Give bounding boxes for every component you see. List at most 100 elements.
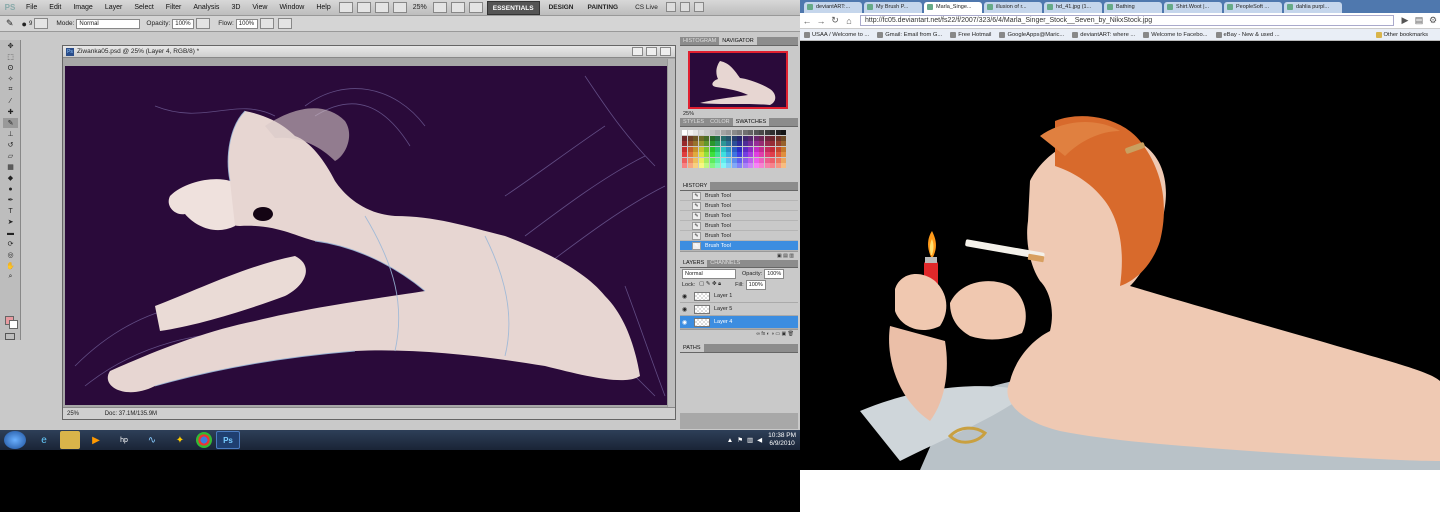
brush-tool-icon[interactable]: ✎ bbox=[6, 18, 14, 29]
browser-tab-active[interactable]: Marla_Singe... bbox=[924, 2, 982, 13]
color-swatch[interactable] bbox=[770, 130, 775, 135]
color-swatch[interactable] bbox=[753, 152, 759, 157]
screen-mode-button[interactable] bbox=[468, 2, 483, 13]
brush-preset-icon[interactable]: ● bbox=[22, 19, 27, 29]
color-swatch[interactable] bbox=[731, 163, 737, 168]
color-swatch[interactable] bbox=[731, 141, 737, 146]
doc-close-button[interactable] bbox=[660, 47, 671, 56]
back-icon[interactable]: ← bbox=[800, 16, 814, 26]
color-swatch[interactable] bbox=[759, 130, 764, 135]
tab-swatches[interactable]: SWATCHES bbox=[732, 118, 770, 126]
color-swatch[interactable] bbox=[704, 146, 709, 152]
start-button[interactable] bbox=[4, 431, 26, 449]
tab-histogram[interactable]: HISTOGRAM bbox=[680, 37, 719, 45]
color-swatch[interactable] bbox=[742, 135, 748, 141]
color-swatch[interactable] bbox=[775, 135, 781, 141]
aim-icon[interactable]: ✦ bbox=[168, 431, 192, 449]
bridge-button[interactable] bbox=[338, 2, 353, 13]
color-swatch[interactable] bbox=[693, 141, 698, 146]
menu-analysis[interactable]: Analysis bbox=[187, 0, 225, 16]
color-swatch[interactable] bbox=[742, 152, 748, 157]
browser-tab[interactable]: Bathing bbox=[1104, 2, 1162, 13]
3d-rotate-tool-icon[interactable]: ⟳ bbox=[3, 239, 18, 249]
history-item[interactable]: ✎ Brush Tool bbox=[680, 231, 798, 241]
color-swatch[interactable] bbox=[731, 135, 737, 141]
color-swatch[interactable] bbox=[682, 146, 687, 152]
color-swatch[interactable] bbox=[753, 130, 759, 135]
restore-button[interactable] bbox=[679, 1, 690, 12]
go-icon[interactable]: ▶ bbox=[1398, 15, 1412, 26]
workspace-essentials[interactable]: ESSENTIALS bbox=[486, 0, 540, 15]
color-swatch[interactable] bbox=[781, 157, 786, 163]
flow-field[interactable]: 100% bbox=[235, 18, 258, 29]
lock-icons[interactable]: ▢ ✎ ✥ 🔒︎ bbox=[699, 281, 721, 288]
color-swatch[interactable] bbox=[759, 157, 764, 163]
path-select-tool-icon[interactable]: ➤ bbox=[3, 217, 18, 227]
color-swatch[interactable] bbox=[731, 152, 737, 157]
color-swatch[interactable] bbox=[698, 157, 704, 163]
color-swatch[interactable] bbox=[704, 130, 709, 135]
color-swatch[interactable] bbox=[726, 135, 731, 141]
crop-tool-icon[interactable]: ⌗ bbox=[3, 85, 18, 95]
opacity-field[interactable]: 100% bbox=[172, 18, 195, 29]
pressure-size-button[interactable] bbox=[277, 18, 292, 29]
color-swatch[interactable] bbox=[764, 163, 770, 168]
color-swatch[interactable] bbox=[720, 146, 726, 152]
zoom-tool-icon[interactable]: ⌕ bbox=[3, 272, 18, 282]
color-swatch[interactable] bbox=[720, 130, 726, 135]
eye-icon[interactable]: ◉ bbox=[682, 293, 690, 300]
bookmark-item[interactable]: Gmail: Email from G... bbox=[877, 31, 942, 38]
color-swatch[interactable] bbox=[753, 146, 759, 152]
doc-zoom[interactable]: 25% bbox=[67, 411, 79, 417]
color-swatch[interactable] bbox=[775, 163, 781, 168]
menu-layer[interactable]: Layer bbox=[99, 0, 129, 16]
tab-channels[interactable]: CHANNELS bbox=[707, 259, 743, 267]
marquee-tool-icon[interactable]: ⬚ bbox=[3, 52, 18, 62]
color-swatch[interactable] bbox=[715, 152, 720, 157]
zoom-tool-button[interactable] bbox=[392, 2, 407, 13]
browser-tab[interactable]: dahlia purpl... bbox=[1284, 2, 1342, 13]
tab-layers[interactable]: LAYERS bbox=[680, 259, 708, 267]
color-swatch[interactable] bbox=[715, 141, 720, 146]
forward-icon[interactable]: → bbox=[814, 16, 828, 26]
color-swatch[interactable] bbox=[737, 141, 742, 146]
page-menu-icon[interactable]: ▤ bbox=[1412, 15, 1426, 26]
eye-icon[interactable]: ◉ bbox=[682, 306, 690, 313]
color-swatch[interactable] bbox=[682, 141, 687, 146]
color-swatch[interactable] bbox=[704, 157, 709, 163]
color-swatch[interactable] bbox=[748, 157, 753, 163]
color-swatch[interactable] bbox=[726, 130, 731, 135]
menu-file[interactable]: File bbox=[20, 0, 43, 16]
airbrush-button[interactable] bbox=[259, 18, 274, 29]
3d-orbit-tool-icon[interactable]: ◎ bbox=[3, 250, 18, 260]
color-swatch[interactable] bbox=[698, 141, 704, 146]
color-swatch[interactable] bbox=[775, 152, 781, 157]
color-swatch[interactable] bbox=[715, 163, 720, 168]
color-swatch[interactable] bbox=[709, 157, 715, 163]
blur-tool-icon[interactable]: ◆ bbox=[3, 173, 18, 183]
brush-panel-button[interactable] bbox=[34, 18, 49, 29]
minimize-button[interactable] bbox=[665, 1, 676, 12]
color-swatch[interactable] bbox=[775, 141, 781, 146]
tray-volume-icon[interactable]: ◀ bbox=[757, 436, 762, 444]
color-swatch[interactable] bbox=[764, 152, 770, 157]
color-swatch[interactable] bbox=[709, 152, 715, 157]
chrome-icon[interactable] bbox=[196, 432, 212, 448]
lasso-tool-icon[interactable]: ʘ bbox=[3, 63, 18, 73]
color-swatch[interactable] bbox=[698, 163, 704, 168]
close-button[interactable] bbox=[693, 1, 704, 12]
browser-tab[interactable]: PeopleSoft ... bbox=[1224, 2, 1282, 13]
color-swatch[interactable] bbox=[748, 146, 753, 152]
color-swatch[interactable] bbox=[726, 152, 731, 157]
move-tool-icon[interactable]: ✥ bbox=[3, 41, 18, 51]
tray-flag-icon[interactable]: ⚑ bbox=[737, 436, 743, 444]
hand-tool-icon[interactable]: ✋ bbox=[3, 261, 18, 271]
color-swatch[interactable] bbox=[737, 163, 742, 168]
menu-filter[interactable]: Filter bbox=[160, 0, 188, 16]
color-swatch[interactable] bbox=[742, 130, 748, 135]
bookmark-item[interactable]: USAA / Welcome to ... bbox=[804, 31, 869, 38]
color-swatch[interactable] bbox=[781, 141, 786, 146]
blend-mode-select[interactable]: Normal bbox=[682, 268, 736, 279]
color-swatch[interactable] bbox=[770, 135, 775, 141]
chart-icon[interactable]: ∿ bbox=[140, 431, 164, 449]
